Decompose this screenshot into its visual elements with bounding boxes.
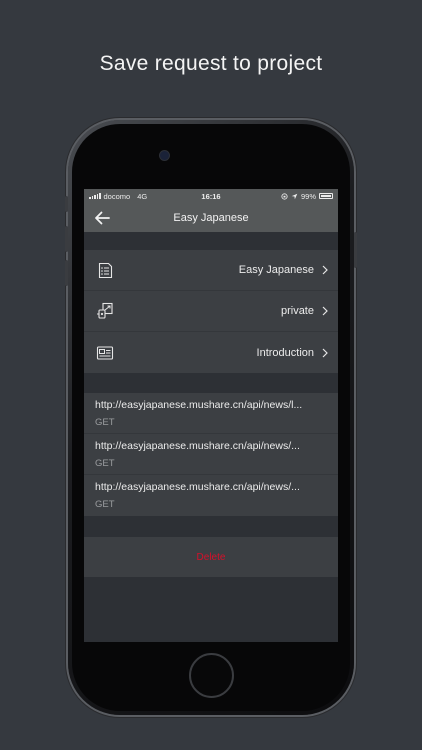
back-button[interactable]: [94, 209, 112, 226]
battery-percent: 99%: [300, 191, 316, 201]
mute-switch: [65, 196, 68, 212]
home-button[interactable]: [189, 653, 234, 698]
status-bar: docomo 4G 16:16 99%: [84, 189, 338, 203]
project-name-row[interactable]: Easy Japanese: [84, 250, 338, 291]
delete-button[interactable]: Delete: [84, 537, 338, 577]
arrow-left-icon: [95, 211, 110, 224]
chevron-right-icon: [322, 265, 328, 275]
nav-title: Easy Japanese: [173, 211, 249, 224]
signal-icon: [89, 193, 101, 199]
request-url: http://easyjapanese.mushare.cn/api/news/…: [95, 481, 300, 493]
introduction-value: Introduction: [256, 346, 314, 359]
request-url: http://easyjapanese.mushare.cn/api/news/…: [95, 440, 300, 452]
introduction-row[interactable]: Introduction: [84, 332, 338, 373]
request-item[interactable]: http://easyjapanese.mushare.cn/api/news/…: [84, 434, 338, 475]
carrier-label: docomo: [103, 191, 131, 201]
app-screen: docomo 4G 16:16 99% Easy Japanese Easy J…: [84, 189, 338, 642]
front-camera: [160, 151, 169, 160]
power-button: [354, 232, 357, 268]
request-method: GET: [95, 499, 115, 510]
chevron-right-icon: [322, 306, 328, 316]
project-settings-group: Easy Japanese private Introduction: [84, 250, 338, 373]
project-name-value: Easy Japanese: [238, 264, 314, 276]
network-label: 4G: [137, 191, 148, 201]
navigation-bar: Easy Japanese: [84, 203, 338, 232]
location-icon: [291, 193, 298, 199]
chevron-right-icon: [322, 348, 328, 357]
request-method: GET: [95, 417, 115, 428]
volume-down-button: [65, 260, 68, 286]
rotation-lock-icon: [281, 192, 288, 200]
list-icon: [96, 261, 114, 279]
request-list: http://easyjapanese.mushare.cn/api/news/…: [84, 393, 338, 516]
request-item[interactable]: http://easyjapanese.mushare.cn/api/news/…: [84, 475, 338, 516]
battery-icon: [319, 193, 333, 199]
volume-up-button: [65, 226, 68, 252]
request-url: http://easyjapanese.mushare.cn/api/news/…: [95, 399, 303, 411]
request-item[interactable]: http://easyjapanese.mushare.cn/api/news/…: [84, 393, 338, 434]
share-privacy-icon: [96, 302, 114, 320]
privacy-row[interactable]: private: [84, 291, 338, 332]
request-method: GET: [95, 458, 115, 469]
note-card-icon: [96, 344, 114, 362]
headline: Save request to project: [99, 52, 323, 75]
privacy-value: private: [280, 305, 314, 317]
